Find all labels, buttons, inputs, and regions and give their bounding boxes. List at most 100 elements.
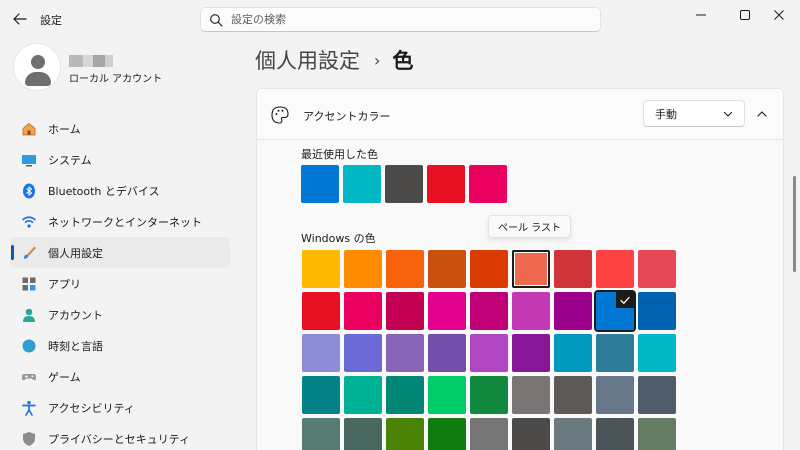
recent-colors-label: 最近使用した色 (301, 148, 378, 161)
page-title: 色 (392, 49, 414, 73)
palette-icon (270, 105, 290, 125)
color-swatch[interactable] (638, 334, 676, 372)
color-swatch[interactable] (344, 250, 382, 288)
nav-item-privacy-security[interactable]: プライバシーとセキュリティ (10, 423, 230, 450)
color-swatch[interactable] (470, 292, 508, 330)
color-swatch[interactable] (302, 250, 340, 288)
search-box[interactable] (200, 7, 601, 32)
wifi-icon (20, 213, 38, 231)
color-swatch[interactable] (386, 250, 424, 288)
color-swatch[interactable] (554, 292, 592, 330)
breadcrumb: 個人用設定 › 色 (255, 44, 413, 76)
color-swatch[interactable] (512, 334, 550, 372)
color-swatch[interactable] (512, 418, 550, 450)
maximize-icon (740, 10, 750, 20)
accent-mode-value: 手動 (655, 107, 677, 121)
search-icon (209, 13, 223, 27)
recent-color-swatch[interactable] (469, 165, 507, 203)
color-swatch[interactable] (344, 418, 382, 450)
close-button[interactable] (756, 0, 800, 30)
avatar[interactable] (13, 43, 61, 91)
color-swatch[interactable] (470, 418, 508, 450)
nav-item-accounts[interactable]: アカウント (10, 299, 230, 330)
color-swatch[interactable] (344, 292, 382, 330)
color-swatch[interactable] (302, 418, 340, 450)
chevron-up-icon (757, 111, 767, 117)
nav-item-apps[interactable]: アプリ (10, 268, 230, 299)
color-swatch[interactable] (596, 250, 634, 288)
color-swatch[interactable] (470, 250, 508, 288)
color-swatch[interactable] (596, 418, 634, 450)
color-swatch[interactable] (344, 376, 382, 414)
brush-icon (20, 244, 38, 262)
recent-color-swatch[interactable] (301, 165, 339, 203)
app-title: 設定 (40, 14, 62, 27)
nav-item-system[interactable]: システム (10, 144, 230, 175)
shield-icon (20, 430, 38, 448)
color-swatch[interactable] (638, 376, 676, 414)
windows-colors-grid (302, 250, 676, 450)
color-swatch[interactable] (512, 292, 550, 330)
nav-label: ネットワークとインターネット (48, 215, 202, 229)
color-swatch[interactable] (554, 334, 592, 372)
color-swatch[interactable] (302, 292, 340, 330)
nav-item-home[interactable]: ホーム (10, 113, 230, 144)
breadcrumb-separator: › (374, 50, 381, 70)
recent-color-swatch[interactable] (385, 165, 423, 203)
nav-item-personalization[interactable]: 個人用設定 (10, 237, 230, 268)
color-swatch[interactable] (302, 376, 340, 414)
color-swatch[interactable] (638, 250, 676, 288)
color-swatch[interactable] (386, 334, 424, 372)
color-swatch[interactable] (512, 376, 550, 414)
system-icon (20, 151, 38, 169)
color-swatch[interactable] (344, 334, 382, 372)
nav-item-time-language[interactable]: 時刻と言語 (10, 330, 230, 361)
color-swatch[interactable] (596, 376, 634, 414)
recent-colors (301, 165, 507, 203)
color-swatch[interactable] (428, 334, 466, 372)
color-swatch[interactable] (470, 376, 508, 414)
color-swatch[interactable] (554, 376, 592, 414)
minimize-button[interactable] (678, 0, 724, 30)
checkmark-icon (616, 292, 634, 308)
color-swatch[interactable] (386, 418, 424, 450)
color-swatch[interactable] (428, 418, 466, 450)
color-swatch[interactable] (428, 250, 466, 288)
breadcrumb-parent[interactable]: 個人用設定 (255, 45, 360, 75)
nav-item-gaming[interactable]: ゲーム (10, 361, 230, 392)
color-swatch[interactable] (512, 250, 550, 288)
color-swatch[interactable] (638, 418, 676, 450)
gamepad-icon (20, 368, 38, 386)
nav-label: アプリ (48, 277, 81, 291)
accent-mode-dropdown[interactable]: 手動 (643, 100, 745, 127)
title-bar: 設定 (0, 0, 800, 38)
recent-color-swatch[interactable] (343, 165, 381, 203)
search-input[interactable] (231, 13, 571, 26)
color-swatch[interactable] (302, 334, 340, 372)
back-arrow-icon (13, 13, 27, 25)
color-swatch[interactable] (428, 292, 466, 330)
user-name-redacted (69, 55, 113, 67)
color-swatch[interactable] (470, 334, 508, 372)
nav-item-bluetooth[interactable]: Bluetooth とデバイス (10, 175, 230, 206)
color-swatch[interactable] (428, 376, 466, 414)
recent-color-swatch[interactable] (427, 165, 465, 203)
collapse-button[interactable] (751, 103, 773, 125)
nav-item-network[interactable]: ネットワークとインターネット (10, 206, 230, 237)
color-swatch[interactable] (594, 290, 636, 332)
scrollbar[interactable] (793, 176, 796, 272)
globe-icon (20, 337, 38, 355)
color-swatch[interactable] (554, 250, 592, 288)
nav-item-accessibility[interactable]: アクセシビリティ (10, 392, 230, 423)
chevron-down-icon (722, 108, 734, 120)
accent-color-header[interactable]: アクセントカラー 手動 (256, 88, 784, 140)
sidebar-nav: ホーム システム Bluetooth とデバイス ネットワークとインターネット … (10, 113, 230, 450)
back-button[interactable] (10, 9, 30, 29)
color-swatch[interactable] (386, 292, 424, 330)
close-icon (774, 10, 784, 20)
color-swatch[interactable] (554, 418, 592, 450)
nav-label: 時刻と言語 (48, 339, 103, 353)
color-swatch[interactable] (596, 334, 634, 372)
color-swatch[interactable] (638, 292, 676, 330)
color-swatch[interactable] (386, 376, 424, 414)
